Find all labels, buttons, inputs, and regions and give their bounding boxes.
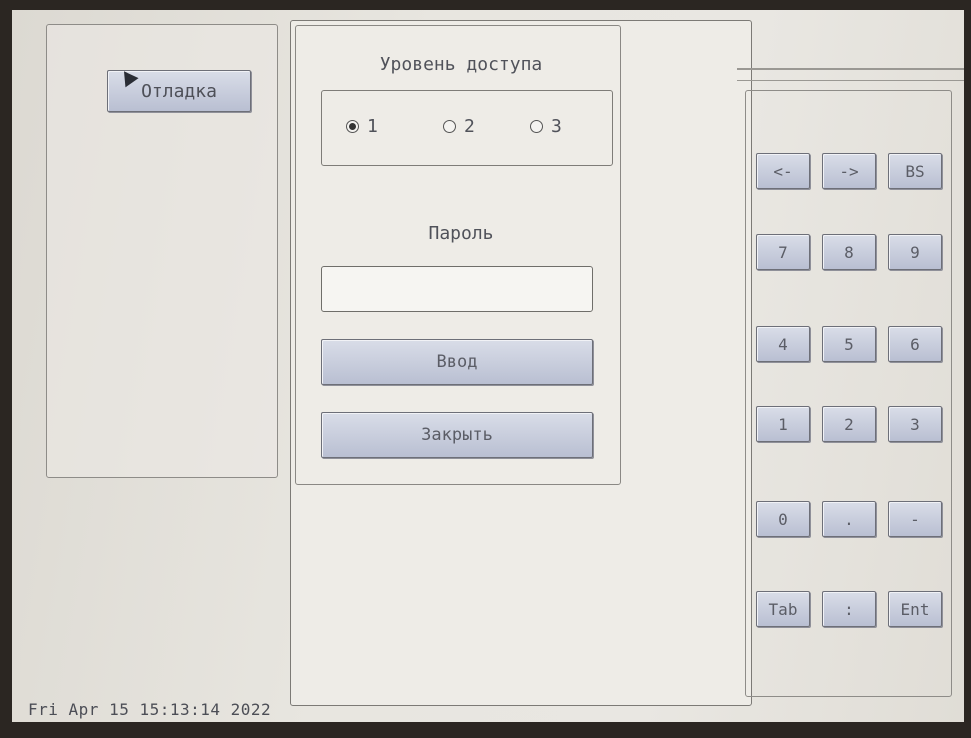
key-7[interactable]: 7 xyxy=(756,234,810,270)
password-label: Пароль xyxy=(428,223,494,244)
access-level-radio-2[interactable]: 2 xyxy=(443,116,475,137)
left-panel: Отладка xyxy=(46,24,278,478)
key-9[interactable]: 9 xyxy=(888,234,942,270)
key-8[interactable]: 8 xyxy=(822,234,876,270)
key-2[interactable]: 2 xyxy=(822,406,876,442)
radio-label: 2 xyxy=(464,116,475,137)
access-dialog: Уровень доступа 1 2 3 Пароль Ввод Закрыт… xyxy=(290,20,752,706)
key-1[interactable]: 1 xyxy=(756,406,810,442)
key-right[interactable]: -> xyxy=(822,153,876,189)
access-level-group: 1 2 3 xyxy=(321,90,613,166)
key-6[interactable]: 6 xyxy=(888,326,942,362)
key-colon[interactable]: : xyxy=(822,591,876,627)
key-5[interactable]: 5 xyxy=(822,326,876,362)
password-field[interactable] xyxy=(321,266,593,312)
close-button[interactable]: Закрыть xyxy=(321,412,593,458)
radio-empty-icon xyxy=(530,120,543,133)
radio-label: 1 xyxy=(367,116,378,137)
key-0[interactable]: 0 xyxy=(756,501,810,537)
access-level-radio-1[interactable]: 1 xyxy=(346,116,378,137)
key-left[interactable]: <- xyxy=(756,153,810,189)
access-level-title: Уровень доступа xyxy=(379,54,543,75)
key-enter[interactable]: Ent xyxy=(888,591,942,627)
key-tab[interactable]: Tab xyxy=(756,591,810,627)
hmi-screen: Отладка Уровень доступа 1 2 3 Пароль Вво… xyxy=(12,10,964,722)
key-3[interactable]: 3 xyxy=(888,406,942,442)
dialog-inner-frame: Уровень доступа 1 2 3 Пароль Ввод Закрыт… xyxy=(295,25,621,485)
access-level-radio-3[interactable]: 3 xyxy=(530,116,562,137)
keypad-area: <- -> BS 7 8 9 4 5 6 1 2 3 0 . - Tab : E… xyxy=(737,10,964,722)
status-datetime: Fri Apr 15 15:13:14 2022 xyxy=(28,700,272,719)
key-backspace[interactable]: BS xyxy=(888,153,942,189)
divider xyxy=(737,68,964,81)
radio-label: 3 xyxy=(551,116,562,137)
radio-selected-icon xyxy=(346,120,359,133)
key-minus[interactable]: - xyxy=(888,501,942,537)
key-dot[interactable]: . xyxy=(822,501,876,537)
enter-button[interactable]: Ввод xyxy=(321,339,593,385)
radio-empty-icon xyxy=(443,120,456,133)
keypad-frame: <- -> BS 7 8 9 4 5 6 1 2 3 0 . - Tab : E… xyxy=(745,90,952,697)
key-4[interactable]: 4 xyxy=(756,326,810,362)
